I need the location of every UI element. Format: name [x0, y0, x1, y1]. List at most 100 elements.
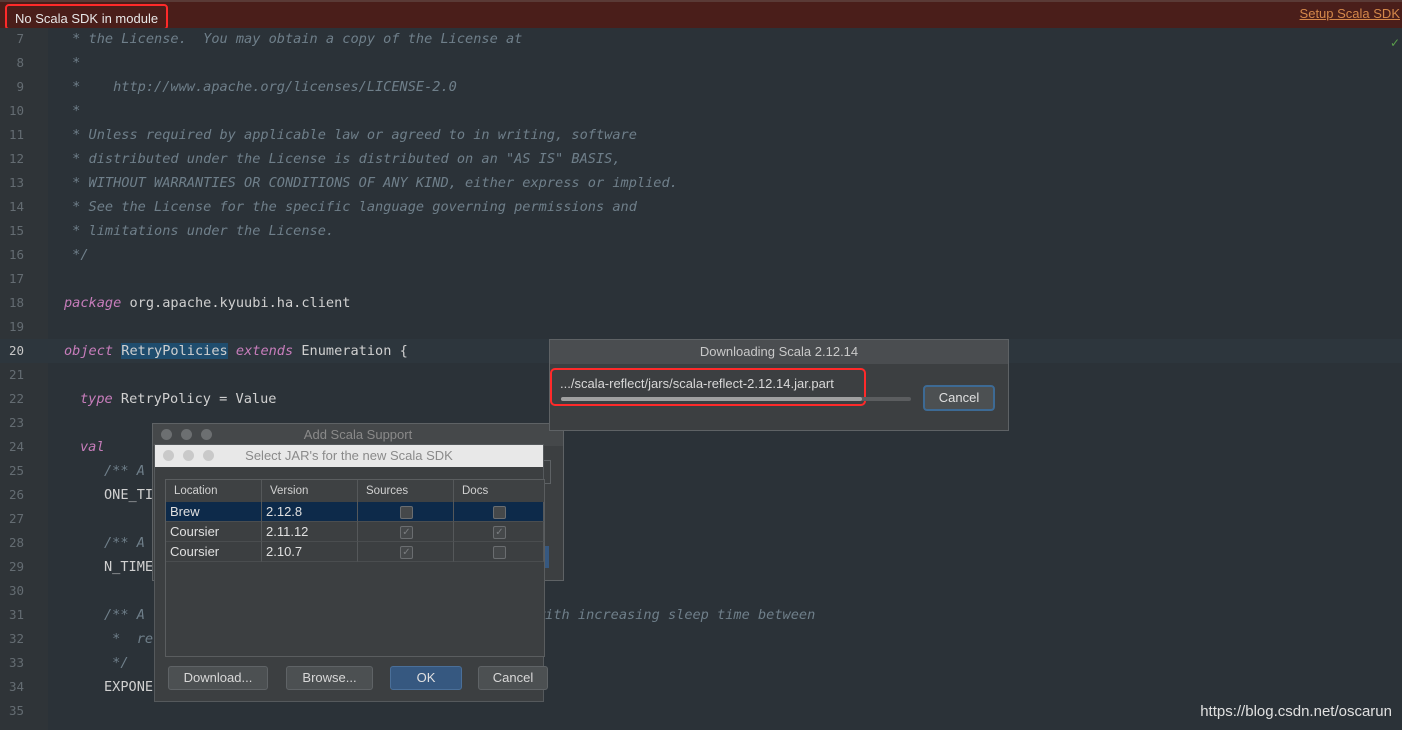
- close-window-icon[interactable]: [163, 450, 174, 461]
- code-line[interactable]: 19: [0, 315, 1402, 339]
- sdk-table: Location Version Sources Docs Brew 2.12.8…: [165, 479, 545, 657]
- line-number: 7: [16, 31, 24, 46]
- line-number: 28: [8, 535, 24, 550]
- comment-text: with increasing sleep time between: [537, 607, 816, 623]
- identifier: ONE_TI: [104, 487, 154, 503]
- code-text: val: [80, 435, 105, 459]
- version-cell: 2.10.7: [262, 542, 358, 562]
- line-number: 23: [8, 415, 24, 430]
- code-token: RetryPolicy = Value: [112, 391, 277, 407]
- table-row[interactable]: Coursier 2.10.7 ✓: [166, 542, 544, 562]
- table-row[interactable]: Brew 2.12.8: [166, 502, 544, 522]
- line-number: 33: [8, 655, 24, 670]
- code-line[interactable]: 8: [0, 51, 1402, 75]
- column-header-docs[interactable]: Docs: [454, 480, 544, 502]
- code-text: * the License. You may obtain a copy of …: [64, 27, 522, 51]
- comment-text: */: [64, 247, 89, 263]
- code-text: */: [64, 243, 89, 267]
- sources-checkbox[interactable]: ✓: [400, 546, 413, 559]
- code-text: object RetryPolicies extends Enumeration…: [64, 339, 408, 363]
- code-text: * re: [104, 627, 153, 651]
- sources-checkbox[interactable]: ✓: [400, 526, 413, 539]
- identifier: EXPONE: [104, 679, 154, 695]
- column-header-sources[interactable]: Sources: [358, 480, 454, 502]
- location-cell: Coursier: [166, 542, 262, 562]
- comment-text: * re: [104, 631, 154, 647]
- dialog-title: Downloading Scala 2.12.14: [550, 340, 1008, 364]
- line-number: 32: [8, 631, 24, 646]
- close-window-icon[interactable]: [161, 429, 172, 440]
- comment-text: * limitations under the License.: [64, 223, 335, 239]
- setup-scala-sdk-link[interactable]: Setup Scala SDK: [1300, 6, 1400, 21]
- sources-cell: [358, 502, 454, 522]
- comment-text: *: [64, 55, 81, 71]
- notification-banner: No Scala SDK in module Setup Scala SDK: [0, 0, 1402, 30]
- cancel-download-button[interactable]: Cancel: [923, 385, 995, 411]
- line-number: 25: [8, 463, 24, 478]
- sources-checkbox[interactable]: [400, 506, 413, 519]
- code-line[interactable]: 17: [0, 267, 1402, 291]
- comment-text: * http://www.apache.org/licenses/LICENSE…: [64, 79, 457, 95]
- line-number: 30: [8, 583, 24, 598]
- line-number: 19: [8, 319, 24, 334]
- download-progress-bar: [561, 397, 911, 401]
- column-header-version[interactable]: Version: [262, 480, 358, 502]
- line-number: 16: [8, 247, 24, 262]
- line-number: 22: [8, 391, 24, 406]
- version-cell: 2.12.8: [262, 502, 358, 522]
- keyword: extends: [235, 343, 294, 359]
- keyword: val: [80, 439, 105, 455]
- sources-cell: ✓: [358, 542, 454, 562]
- code-text: */: [104, 651, 129, 675]
- line-number: 29: [8, 559, 24, 574]
- minimize-window-icon[interactable]: [183, 450, 194, 461]
- comment-text: * distributed under the License is distr…: [64, 151, 621, 167]
- location-cell: Coursier: [166, 522, 262, 542]
- code-text: * Unless required by applicable law or a…: [64, 123, 637, 147]
- object-name: RetryPolicies: [121, 343, 228, 359]
- line-number: 15: [8, 223, 24, 238]
- maximize-window-icon[interactable]: [203, 450, 214, 461]
- select-jars-dialog: Select JAR's for the new Scala SDK Locat…: [154, 444, 548, 702]
- line-number: 14: [8, 199, 24, 214]
- comment-text: /** A: [104, 463, 145, 479]
- docs-checkbox[interactable]: [493, 506, 506, 519]
- docs-checkbox[interactable]: [493, 546, 506, 559]
- comment-text: * WITHOUT WARRANTIES OR CONDITIONS OF AN…: [64, 175, 678, 191]
- table-row[interactable]: Coursier 2.11.12 ✓ ✓: [166, 522, 544, 542]
- line-number: 13: [8, 175, 24, 190]
- minimize-window-icon[interactable]: [181, 429, 192, 440]
- line-number: 20: [8, 343, 24, 358]
- code-line[interactable]: 16: [0, 243, 1402, 267]
- downloading-dialog: Downloading Scala 2.12.14 .../scala-refl…: [549, 339, 1009, 431]
- code-text: *: [64, 51, 80, 75]
- docs-checkbox[interactable]: ✓: [493, 526, 506, 539]
- comment-text: */: [104, 655, 129, 671]
- code-text: /** A: [104, 603, 145, 627]
- code-line[interactable]: 35: [0, 699, 1402, 723]
- line-number: 17: [8, 271, 24, 286]
- sources-cell: ✓: [358, 522, 454, 542]
- cancel-button[interactable]: Cancel: [478, 666, 548, 690]
- line-number: 18: [8, 295, 24, 310]
- progress-fill: [561, 397, 862, 401]
- version-cell: 2.11.12: [262, 522, 358, 542]
- code-text: ONE_TI: [104, 483, 153, 507]
- keyword: package: [64, 295, 122, 311]
- code-text: * WITHOUT WARRANTIES OR CONDITIONS OF AN…: [64, 171, 678, 195]
- keyword: type: [80, 391, 113, 407]
- ok-button[interactable]: OK: [390, 666, 462, 690]
- line-number: 26: [8, 487, 24, 502]
- line-number: 34: [8, 679, 24, 694]
- maximize-window-icon[interactable]: [201, 429, 212, 440]
- line-number: 10: [8, 103, 24, 118]
- column-header-location[interactable]: Location: [166, 480, 262, 502]
- location-cell: Brew: [166, 502, 262, 522]
- download-button[interactable]: Download...: [168, 666, 268, 690]
- code-text: EXPONE: [104, 675, 153, 699]
- code-line[interactable]: 10: [0, 99, 1402, 123]
- code-text: * limitations under the License.: [64, 219, 334, 243]
- browse-button[interactable]: Browse...: [286, 666, 373, 690]
- comment-text: * the License. You may obtain a copy of …: [64, 31, 523, 47]
- line-number: 35: [8, 703, 24, 718]
